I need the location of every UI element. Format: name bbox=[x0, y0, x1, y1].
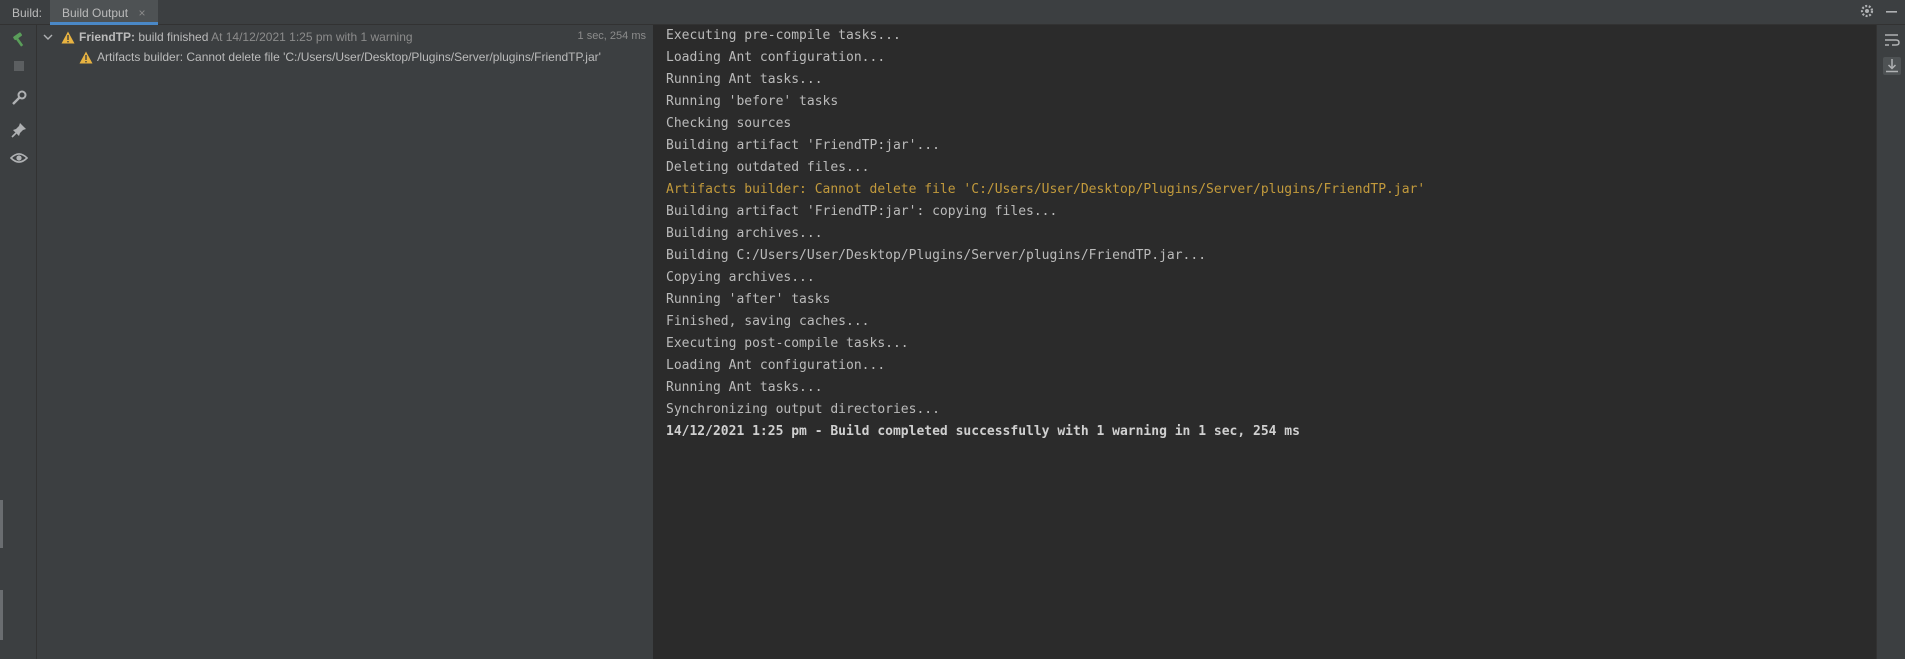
build-tree: FriendTP: build finished At 14/12/2021 1… bbox=[37, 25, 654, 659]
console-line: Running Ant tasks... bbox=[666, 72, 823, 87]
soft-wrap-icon[interactable] bbox=[1883, 31, 1901, 49]
console-line: Deleting outdated files... bbox=[666, 160, 870, 175]
console-line: Synchronizing output directories... bbox=[666, 402, 940, 417]
eye-icon[interactable] bbox=[10, 149, 28, 167]
console-line: Finished, saving caches... bbox=[666, 314, 870, 329]
pin-icon[interactable] bbox=[10, 121, 28, 139]
console-line: Building artifact 'FriendTP:jar': copyin… bbox=[666, 204, 1058, 219]
tab-build-output[interactable]: Build Output × bbox=[50, 0, 158, 25]
console-line: Running 'after' tasks bbox=[666, 292, 831, 307]
project-name: FriendTP: bbox=[79, 30, 135, 44]
tool-window-title: Build: bbox=[12, 6, 43, 20]
build-status: build finished bbox=[138, 30, 209, 44]
console-line: Copying archives... bbox=[666, 270, 815, 285]
build-meta: At 14/12/2021 1:25 pm with 1 warning bbox=[211, 30, 413, 44]
warning-icon bbox=[79, 51, 93, 64]
tree-node-build[interactable]: FriendTP: build finished At 14/12/2021 1… bbox=[37, 27, 654, 47]
tree-node-label: FriendTP: build finished At 14/12/2021 1… bbox=[79, 30, 413, 44]
console-line: Executing pre-compile tasks... bbox=[666, 28, 901, 43]
side-panel-tab[interactable] bbox=[0, 590, 3, 640]
minimize-icon[interactable] bbox=[1884, 3, 1900, 19]
tab-close-icon[interactable]: × bbox=[139, 6, 146, 20]
hammer-icon[interactable] bbox=[10, 31, 28, 49]
scroll-to-end-icon[interactable] bbox=[1883, 57, 1901, 75]
stop-icon[interactable] bbox=[10, 57, 28, 75]
side-panel-tab[interactable] bbox=[0, 500, 3, 548]
gear-icon[interactable] bbox=[1859, 3, 1875, 19]
right-toolbar bbox=[1876, 25, 1905, 659]
console-line: Running Ant tasks... bbox=[666, 380, 823, 395]
console-output[interactable]: Executing pre-compile tasks... Loading A… bbox=[654, 25, 1876, 659]
console-line: Building artifact 'FriendTP:jar'... bbox=[666, 138, 940, 153]
console-line: Checking sources bbox=[666, 116, 792, 131]
tree-node-warning[interactable]: Artifacts builder: Cannot delete file 'C… bbox=[37, 47, 654, 67]
console-line: Loading Ant configuration... bbox=[666, 358, 886, 373]
left-toolbar bbox=[0, 25, 37, 659]
wrench-icon[interactable] bbox=[10, 89, 28, 107]
warning-icon bbox=[61, 31, 75, 44]
build-duration: 1 sec, 254 ms bbox=[577, 30, 646, 42]
console-line: Executing post-compile tasks... bbox=[666, 336, 909, 351]
console-warning-line: Artifacts builder: Cannot delete file 'C… bbox=[666, 182, 1426, 197]
console-line: Building archives... bbox=[666, 226, 823, 241]
console-line: Loading Ant configuration... bbox=[666, 50, 886, 65]
console-line: Running 'before' tasks bbox=[666, 94, 839, 109]
chevron-down-icon[interactable] bbox=[42, 31, 54, 43]
tool-window-header: Build: Build Output × bbox=[0, 0, 1905, 25]
console-line: Building C:/Users/User/Desktop/Plugins/S… bbox=[666, 248, 1207, 263]
warning-message: Artifacts builder: Cannot delete file 'C… bbox=[97, 50, 601, 64]
console-summary-line: 14/12/2021 1:25 pm - Build completed suc… bbox=[666, 424, 1300, 439]
tab-label: Build Output bbox=[62, 6, 129, 20]
